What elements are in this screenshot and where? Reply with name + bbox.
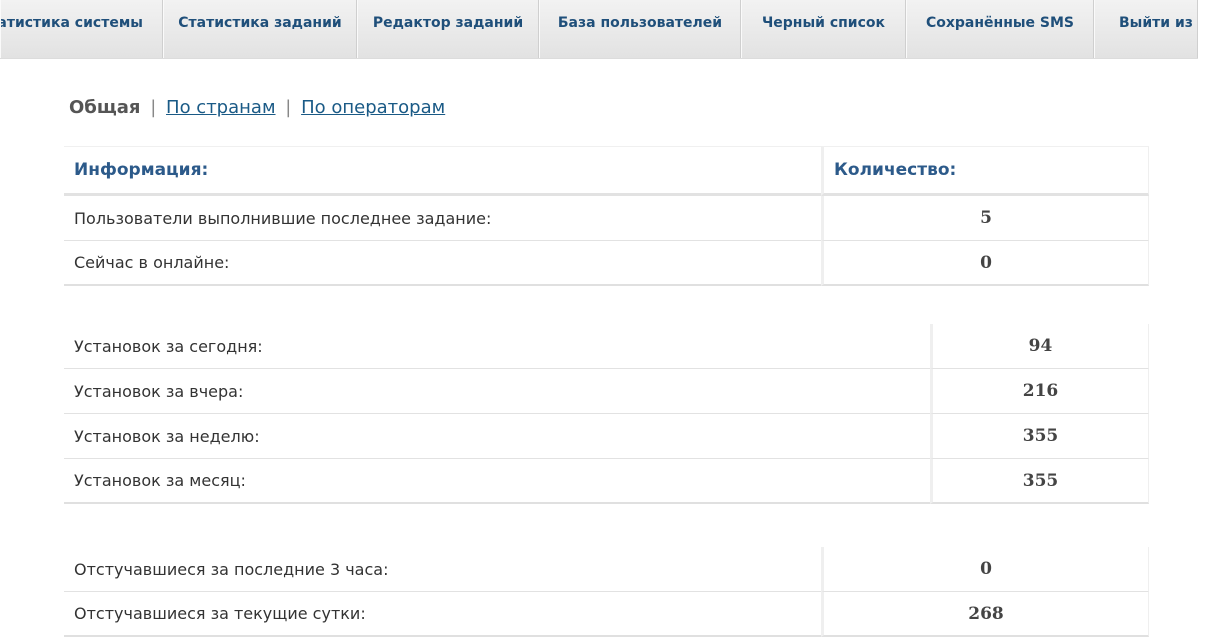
top-navigation: Статистика системы Статистика заданий Ре… [0,0,1198,59]
table-row: Установок за сегодня: 94 [64,324,1149,369]
nav-task-editor[interactable]: Редактор заданий [357,0,539,58]
row-label: Отстучавшиеся за текущие сутки: [64,592,821,637]
table-row: Отстучавшиеся за текущие сутки: 268 [64,592,1149,637]
nav-logout[interactable]: Выйти из системы [1094,0,1198,58]
row-label: Сейчас в онлайне: [64,241,821,286]
table-row: Сейчас в онлайне: 0 [64,241,1149,286]
checkins-table: Отстучавшиеся за последние 3 часа: 0 Отс… [64,547,1149,637]
row-label: Установок за вчера: [64,369,930,414]
subtab-by-operators[interactable]: По операторам [301,97,445,118]
subtab-general[interactable]: Общая [69,97,140,118]
table-row: Отстучавшиеся за последние 3 часа: 0 [64,547,1149,592]
row-value: 216 [930,369,1149,414]
row-value: 268 [821,592,1149,637]
table-row: Установок за вчера: 216 [64,369,1149,414]
nav-saved-sms[interactable]: Сохранённые SMS [906,0,1094,58]
nav-user-database[interactable]: База пользователей [539,0,741,58]
subtab-separator: | [150,97,157,118]
row-label: Установок за сегодня: [64,324,930,369]
row-label: Пользователи выполнившие последнее задан… [64,196,821,241]
nav-blacklist[interactable]: Черный список [741,0,906,58]
nav-system-stats[interactable]: Статистика системы [0,0,163,58]
table-row: Установок за неделю: 355 [64,414,1149,459]
header-info: Информация: [64,146,821,196]
table-row: Установок за месяц: 355 [64,459,1149,504]
main-stats-table: Информация: Количество: Пользователи вып… [64,146,1149,286]
row-value: 355 [930,414,1149,459]
row-value: 94 [930,324,1149,369]
subtab-by-countries[interactable]: По странам [166,97,276,118]
table-row: Пользователи выполнившие последнее задан… [64,196,1149,241]
nav-task-stats[interactable]: Статистика заданий [163,0,357,58]
table-header-row: Информация: Количество: [64,146,1149,196]
row-value: 0 [821,547,1149,592]
subtab-separator: | [285,97,292,118]
stats-subtabs: Общая | По странам | По операторам [69,97,445,118]
row-value: 5 [821,196,1149,241]
row-label: Отстучавшиеся за последние 3 часа: [64,547,821,592]
installs-table: Установок за сегодня: 94 Установок за вч… [64,324,1149,504]
row-label: Установок за месяц: [64,459,930,504]
header-count: Количество: [821,146,1149,196]
row-value: 355 [930,459,1149,504]
row-value: 0 [821,241,1149,286]
row-label: Установок за неделю: [64,414,930,459]
